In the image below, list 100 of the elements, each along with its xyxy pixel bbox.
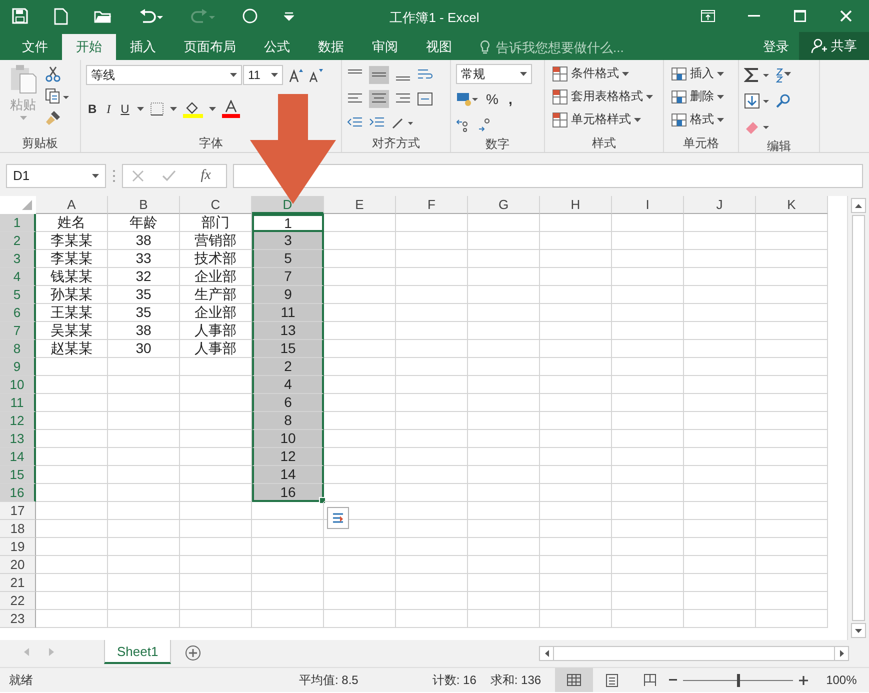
grow-font-icon[interactable] <box>289 68 303 82</box>
row-header[interactable]: 7 <box>0 322 36 340</box>
row-header[interactable]: 12 <box>0 412 36 430</box>
row-header[interactable]: 6 <box>0 304 36 322</box>
ribbon-tab[interactable]: 公式 <box>250 34 304 60</box>
column-header[interactable]: C <box>180 196 252 214</box>
row-header[interactable]: 8 <box>0 340 36 358</box>
styles-menu-button[interactable]: 套用表格格式 <box>550 87 658 106</box>
ribbon-tab[interactable]: 文件 <box>8 34 62 60</box>
quick-analysis-button[interactable] <box>327 507 349 529</box>
share-button[interactable]: 共享 <box>799 32 869 60</box>
add-sheet-icon[interactable] <box>185 645 202 661</box>
new-file-icon[interactable] <box>54 8 68 24</box>
column-header[interactable]: G <box>468 196 540 214</box>
row-header[interactable]: 9 <box>0 358 36 376</box>
undo-icon[interactable] <box>138 9 164 23</box>
cells-menu-button[interactable]: 插入 <box>669 64 733 83</box>
format-painter-icon[interactable] <box>45 110 61 126</box>
borders-icon[interactable] <box>150 102 164 116</box>
row-header[interactable]: 5 <box>0 286 36 304</box>
checkmark-icon[interactable] <box>162 170 176 182</box>
folder-icon[interactable] <box>94 9 112 23</box>
caret-icon[interactable] <box>717 94 724 98</box>
caret-icon[interactable] <box>520 72 527 76</box>
row-header[interactable]: 13 <box>0 430 36 448</box>
name-box[interactable]: D1 <box>6 164 106 188</box>
caret-icon[interactable] <box>622 72 629 76</box>
shrink-font-icon[interactable] <box>309 68 323 82</box>
cells-menu-button[interactable]: 格式 <box>669 110 733 129</box>
column-header[interactable]: H <box>540 196 612 214</box>
fill-color-icon[interactable] <box>183 100 204 118</box>
caret-icon[interactable] <box>717 118 724 122</box>
merge-center-icon[interactable] <box>417 91 433 107</box>
currency-icon[interactable] <box>456 91 478 107</box>
row-header[interactable]: 10 <box>0 376 36 394</box>
column-header[interactable]: A <box>36 196 108 214</box>
tell-me-field[interactable]: 告诉我您想要做什么... <box>480 34 648 60</box>
column-header[interactable]: I <box>612 196 684 214</box>
ribbon-tab[interactable]: 页面布局 <box>170 34 250 60</box>
row-header[interactable]: 15 <box>0 466 36 484</box>
normal-view-button[interactable] <box>555 668 594 692</box>
row-header[interactable]: 19 <box>0 538 36 556</box>
ribbon-tab[interactable]: 审阅 <box>358 34 412 60</box>
ribbon-tab[interactable]: 视图 <box>412 34 466 60</box>
row-header[interactable]: 21 <box>0 574 36 592</box>
caret-icon[interactable] <box>137 107 144 111</box>
bold-button[interactable]: B <box>86 101 99 117</box>
percent-button[interactable]: % <box>484 90 500 108</box>
cells-menu-button[interactable]: 删除 <box>669 87 733 106</box>
ribbon-tab[interactable]: 插入 <box>116 34 170 60</box>
autosum-icon[interactable] <box>744 67 770 83</box>
row-header[interactable]: 14 <box>0 448 36 466</box>
caret-icon[interactable] <box>209 107 216 111</box>
caret-icon[interactable] <box>717 72 724 76</box>
caret-icon[interactable] <box>92 174 99 178</box>
underline-button[interactable]: U <box>118 101 132 117</box>
zoom-level[interactable]: 100% <box>826 673 857 687</box>
fill-handle[interactable] <box>319 497 326 504</box>
zoom-in-icon[interactable] <box>799 676 808 684</box>
row-header[interactable]: 4 <box>0 268 36 286</box>
caret-icon[interactable] <box>634 118 641 122</box>
sign-in-link[interactable]: 登录 <box>753 34 799 60</box>
font-color-icon[interactable] <box>222 100 240 118</box>
styles-menu-button[interactable]: 条件格式 <box>550 64 658 83</box>
row-header[interactable]: 11 <box>0 394 36 412</box>
caret-icon[interactable] <box>170 107 178 111</box>
column-header[interactable]: E <box>324 196 396 214</box>
column-header[interactable]: F <box>396 196 468 214</box>
styles-menu-button[interactable]: 单元格样式 <box>550 110 658 129</box>
insert-function-button[interactable]: fx <box>194 166 217 184</box>
row-header[interactable]: 22 <box>0 592 36 610</box>
column-header[interactable]: B <box>108 196 180 214</box>
copy-icon[interactable] <box>45 88 69 104</box>
row-header[interactable]: 23 <box>0 610 36 628</box>
sheet-tab[interactable]: Sheet1 <box>104 640 172 664</box>
italic-button[interactable]: I <box>104 100 113 118</box>
ribbon-tab[interactable]: 数据 <box>304 34 358 60</box>
row-header[interactable]: 3 <box>0 250 36 268</box>
formula-input[interactable] <box>233 164 863 188</box>
fill-down-icon[interactable] <box>744 93 770 109</box>
horizontal-scrollbar[interactable] <box>539 646 849 661</box>
vertical-scrollbar[interactable] <box>847 196 869 640</box>
save-icon[interactable] <box>12 8 28 24</box>
row-header[interactable]: 17 <box>0 502 36 520</box>
number-format-dropdown[interactable]: 常规 <box>456 64 532 84</box>
caret-icon[interactable] <box>230 73 237 77</box>
circle-icon[interactable] <box>242 8 258 24</box>
caret-icon[interactable] <box>646 94 653 98</box>
cut-icon[interactable] <box>45 66 61 82</box>
row-header[interactable]: 1 <box>0 214 36 232</box>
row-header[interactable]: 20 <box>0 556 36 574</box>
column-header[interactable]: J <box>684 196 756 214</box>
row-header[interactable]: 2 <box>0 232 36 250</box>
font-name-dropdown[interactable]: 等线 <box>86 65 242 85</box>
row-header[interactable]: 18 <box>0 520 36 538</box>
comma-button[interactable]: , <box>506 90 514 108</box>
font-size-dropdown[interactable]: 11 <box>243 65 283 85</box>
column-header[interactable]: D <box>252 196 324 214</box>
caret-icon[interactable] <box>271 73 278 77</box>
row-header[interactable]: 16 <box>0 484 36 502</box>
